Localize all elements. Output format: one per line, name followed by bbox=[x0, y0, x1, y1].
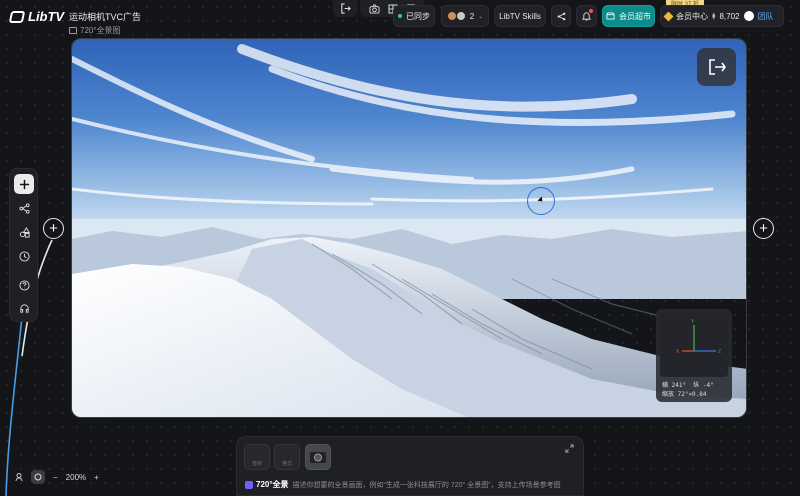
sync-dot bbox=[398, 14, 402, 18]
prompt-input[interactable]: 720°全景 描述你想要的全景画面，例如“生成一张科技展厅的 720° 全景图”… bbox=[245, 479, 579, 490]
gizmo-line2: 缩放 72°×0.84 bbox=[662, 391, 707, 398]
share-icon bbox=[557, 12, 565, 20]
collaborators-button[interactable]: 2 ⌄ bbox=[441, 5, 489, 27]
history-button[interactable] bbox=[14, 246, 34, 266]
add-button[interactable] bbox=[14, 174, 34, 194]
notification-badge bbox=[589, 9, 593, 13]
axis-view: Y Z X bbox=[660, 313, 728, 377]
help-icon bbox=[18, 279, 30, 291]
axis-label-y: Y bbox=[691, 319, 695, 325]
help-button[interactable] bbox=[14, 275, 34, 295]
orientation-gizmo: Y Z X 横 241° 纵 -4° 缩放 72°×0.84 bbox=[656, 309, 732, 402]
gizmo-readout: 横 241° 纵 -4° 缩放 72°×0.84 bbox=[662, 381, 714, 399]
panorama-icon bbox=[245, 480, 253, 489]
market-label: 会员超市 bbox=[619, 11, 651, 21]
chevron-down-icon: ⌄ bbox=[478, 13, 484, 20]
crown-icon bbox=[663, 11, 674, 21]
points-count: 8,702 bbox=[719, 11, 740, 21]
exit-tool-button[interactable] bbox=[333, 0, 357, 17]
prompt-panel: 首帧 格式 720°全景 描述你想要的全景画面，例如“生成一张科技展厅的 720… bbox=[236, 436, 584, 496]
zoom-controls: − 200% + bbox=[9, 466, 109, 488]
zoom-fit-button[interactable] bbox=[31, 470, 45, 484]
app-name: LibTV bbox=[28, 9, 65, 24]
share-button[interactable] bbox=[551, 5, 571, 27]
image-icon bbox=[69, 27, 77, 34]
member-center[interactable]: 会员中心 ⧫ 8,702 团队 bbox=[660, 5, 784, 27]
member-label: 会员中心 bbox=[676, 11, 708, 21]
project-title: 运动相机TVC广告 bbox=[69, 12, 142, 22]
user-icon[interactable] bbox=[15, 472, 23, 482]
diamond-icon: ⧫ bbox=[712, 13, 716, 20]
exit-viewer-button[interactable] bbox=[697, 48, 736, 86]
logout-icon bbox=[340, 3, 351, 14]
project-info[interactable]: 运动相机TVC广告 720°全景图 bbox=[69, 10, 141, 36]
project-subtitle: 720°全景图 bbox=[69, 25, 141, 36]
zoom-fit-icon bbox=[34, 473, 42, 481]
slot-label: 首帧 bbox=[251, 461, 262, 467]
reference-thumbnail[interactable] bbox=[305, 444, 331, 470]
skills-label: LibTV Skills bbox=[499, 11, 541, 21]
logo-mark-icon bbox=[8, 10, 26, 23]
notifications-button[interactable] bbox=[576, 5, 597, 27]
plus-icon: + bbox=[759, 220, 768, 237]
axis-label-z: Z bbox=[718, 349, 721, 355]
mode-selector[interactable]: 720°全景 bbox=[245, 479, 289, 490]
user-avatar[interactable] bbox=[743, 11, 754, 21]
axis-icon: Y Z X bbox=[676, 319, 721, 355]
shapes-icon bbox=[19, 226, 30, 238]
member-market-button[interactable]: 会员超市 bbox=[602, 5, 655, 27]
first-frame-slot[interactable]: 首帧 bbox=[244, 444, 270, 470]
axis-label-x: X bbox=[676, 349, 680, 355]
camera-icon[interactable] bbox=[369, 3, 380, 14]
panorama-image bbox=[72, 39, 746, 417]
add-node-right-button[interactable]: + bbox=[753, 218, 774, 239]
zoom-level: 200% bbox=[65, 472, 87, 482]
project-subtitle-text: 720°全景图 bbox=[80, 26, 121, 35]
zoom-out-button[interactable]: − bbox=[53, 473, 58, 482]
avatar bbox=[455, 11, 466, 21]
workflow-button[interactable] bbox=[14, 198, 34, 218]
zoom-in-button[interactable]: + bbox=[94, 473, 99, 482]
camera-thumbnail-icon bbox=[310, 452, 326, 463]
collaborators-count: 2 bbox=[469, 11, 475, 21]
slot-label: 格式 bbox=[281, 461, 292, 467]
support-button[interactable] bbox=[14, 298, 34, 318]
clock-icon bbox=[18, 250, 30, 262]
plus-icon: + bbox=[49, 220, 58, 237]
logout-icon bbox=[708, 59, 726, 75]
assets-button[interactable] bbox=[14, 222, 34, 242]
app-logo[interactable]: LibTV bbox=[8, 9, 65, 24]
plus-icon bbox=[19, 179, 29, 189]
prompt-placeholder: 描述你想要的全景画面，例如“生成一张科技展厅的 720° 全景图”，支持上传场景… bbox=[292, 481, 561, 489]
mode-label: 720°全景 bbox=[256, 480, 289, 489]
headset-icon bbox=[19, 303, 29, 313]
nodes-icon bbox=[18, 202, 30, 214]
team-label[interactable]: 团队 bbox=[758, 11, 774, 22]
sync-status[interactable]: 已同步 bbox=[393, 5, 435, 27]
store-icon bbox=[606, 12, 615, 20]
sync-label: 已同步 bbox=[406, 11, 430, 21]
expand-icon[interactable] bbox=[565, 444, 574, 453]
skills-button[interactable]: LibTV Skills bbox=[494, 5, 546, 27]
panorama-viewer[interactable]: Y Z X 横 241° 纵 -4° 缩放 72°×0.84 bbox=[71, 38, 747, 418]
left-toolbar bbox=[9, 168, 38, 322]
format-slot[interactable]: 格式 bbox=[274, 444, 300, 470]
gizmo-line1: 横 241° 纵 -4° bbox=[662, 382, 714, 389]
